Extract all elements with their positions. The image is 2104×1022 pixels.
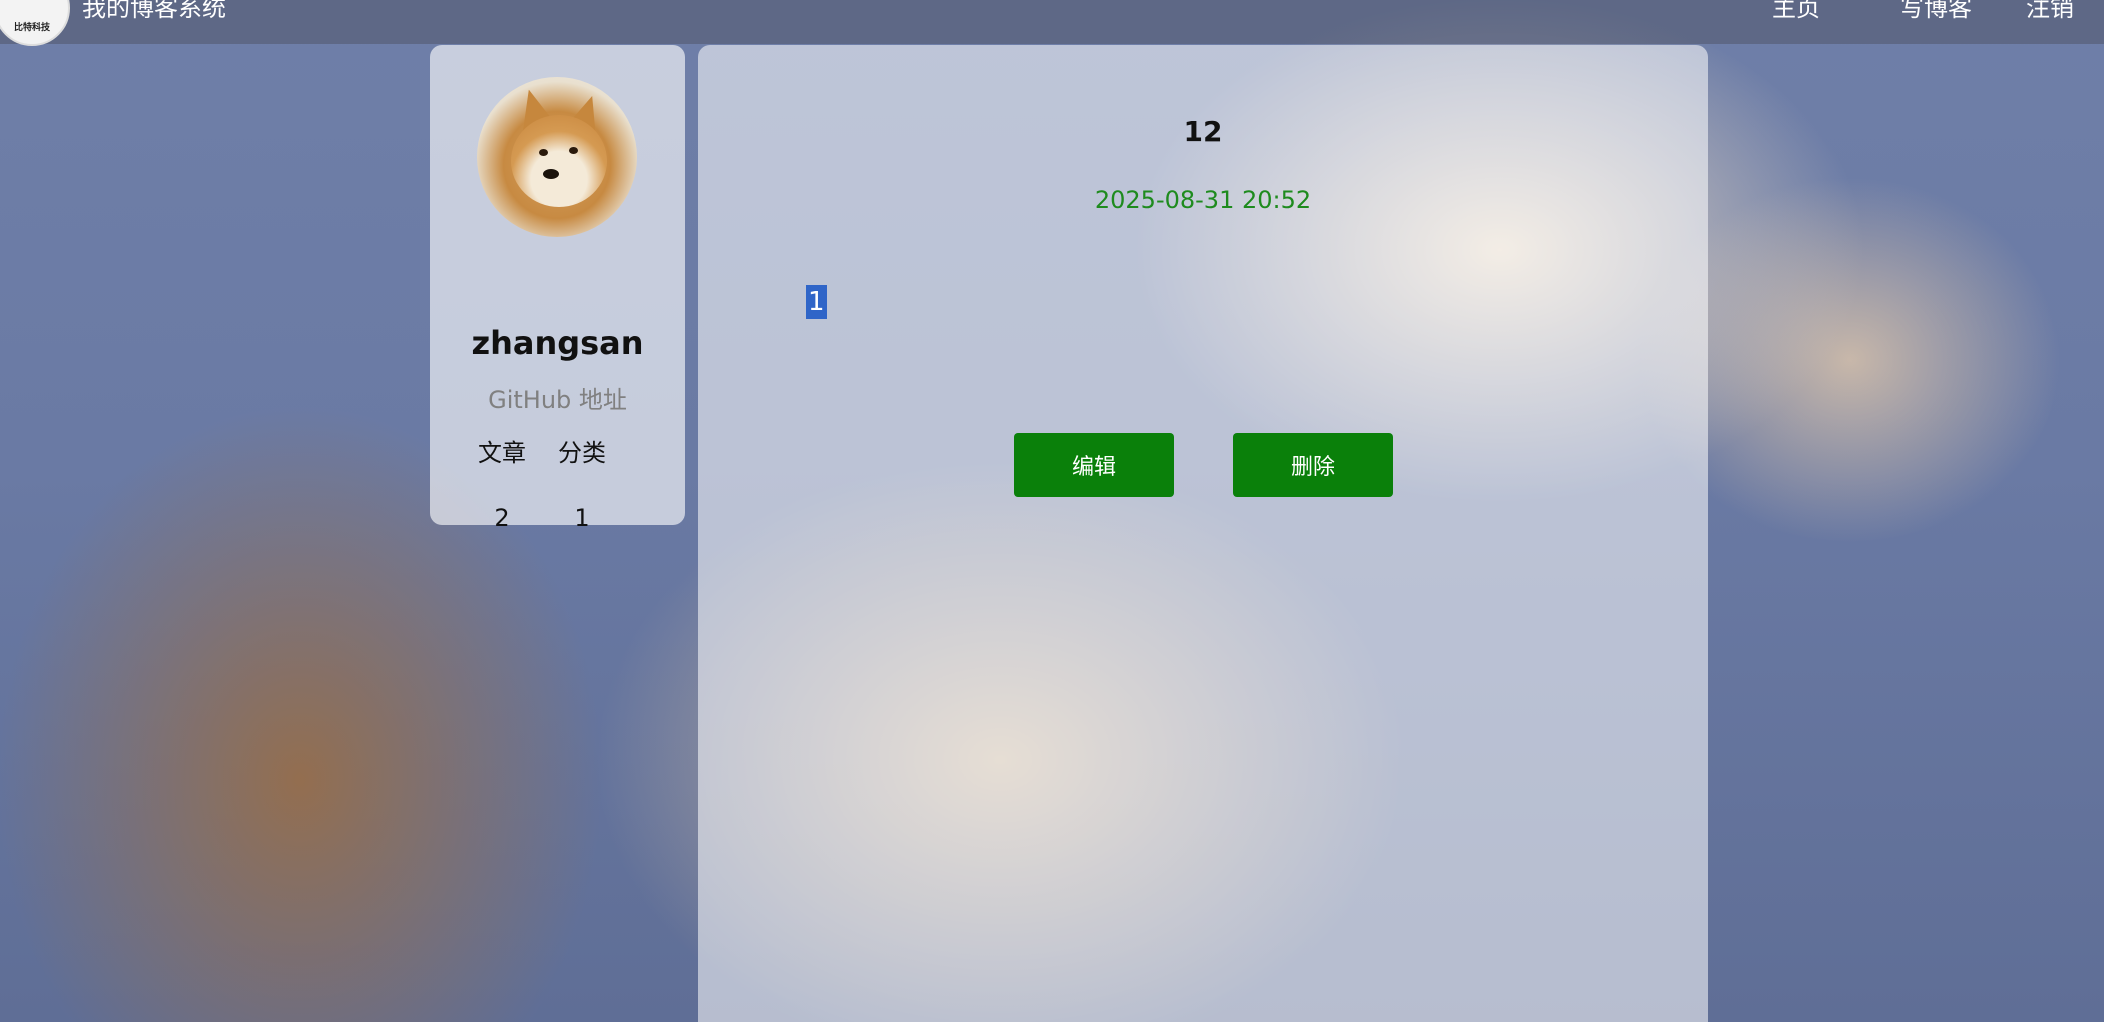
blog-title: 12 [1183, 115, 1223, 148]
avatar-face [511, 115, 607, 207]
top-navbar: 比特科技 我的博客系统 主页 写博客 注销 [0, 0, 2104, 46]
profile-card: zhangsan GitHub 地址 文章 分类 2 1 [430, 45, 685, 532]
blog-detail-card: 12 2025-08-31 20:52 1 编辑 删除 [698, 45, 1708, 1022]
nav-home-link[interactable]: 主页 [1772, 0, 1820, 20]
edit-button[interactable]: 编辑 [1014, 433, 1174, 497]
categories-label: 分类 [558, 439, 606, 467]
categories-count: 1 [574, 504, 590, 532]
delete-button[interactable]: 删除 [1233, 433, 1393, 497]
blog-content[interactable]: 1 [806, 285, 827, 319]
site-title: 我的博客系统 [82, 0, 226, 22]
avatar-eye-left [539, 149, 548, 156]
articles-count: 2 [494, 504, 510, 532]
github-link[interactable]: GitHub 地址 [430, 385, 685, 415]
username: zhangsan [471, 324, 644, 362]
blog-date: 2025-08-31 20:52 [1094, 186, 1312, 214]
nav-logout-link[interactable]: 注销 [2026, 0, 2074, 20]
logo-mark: 比特科技 [13, 22, 50, 33]
nav-write-blog-link[interactable]: 写博客 [1900, 0, 1972, 20]
avatar-eye-right [569, 147, 578, 154]
avatar-nose [543, 169, 559, 179]
avatar [477, 77, 637, 237]
articles-label: 文章 [478, 439, 526, 467]
site-logo: 比特科技 [0, 0, 70, 46]
